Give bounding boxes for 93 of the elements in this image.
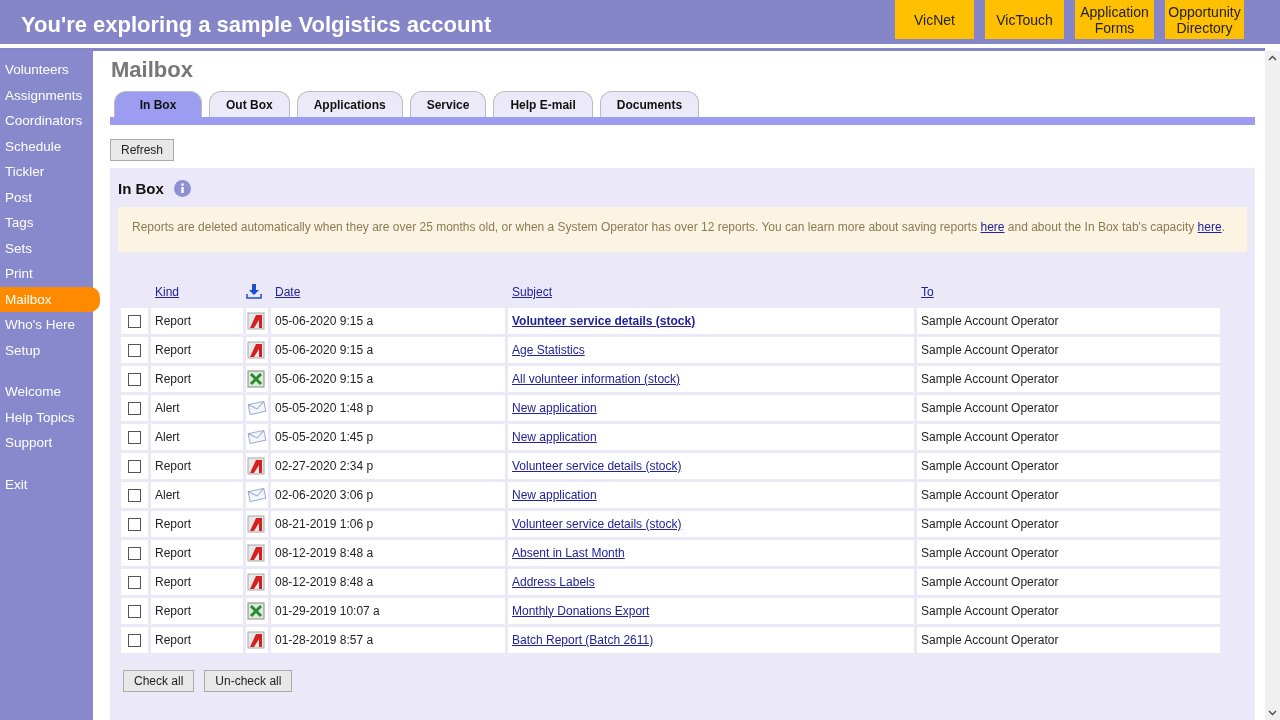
subject-link[interactable]: New application: [512, 400, 597, 415]
kind-text: Report: [155, 516, 192, 531]
tab[interactable]: Help E-mail: [493, 91, 593, 117]
pdf-file-icon: [247, 630, 265, 649]
kind-text: Alert: [155, 400, 180, 415]
row-checkbox[interactable]: [128, 575, 141, 589]
banner-title: You're exploring a sample Volgistics account: [21, 12, 492, 38]
kind-text: Report: [155, 342, 192, 357]
recipient-text: Sample Account Operator: [921, 400, 1059, 415]
kind-text: Alert: [155, 429, 180, 444]
scrollbar[interactable]: [1265, 51, 1280, 720]
row-checkbox[interactable]: [128, 343, 141, 357]
kind-text: Report: [155, 458, 192, 473]
pdf-file-icon: [247, 514, 265, 533]
recipient-text: Sample Account Operator: [921, 545, 1059, 560]
section-title: In Box: [118, 180, 164, 197]
pdf-file-icon: [247, 572, 265, 591]
row-checkbox[interactable]: [128, 633, 141, 647]
here-link[interactable]: here: [980, 220, 1005, 234]
row-checkbox[interactable]: [128, 546, 141, 560]
row-checkbox[interactable]: [128, 604, 141, 618]
info-icon[interactable]: [173, 180, 191, 197]
row-checkbox[interactable]: [128, 488, 141, 502]
subject-link[interactable]: New application: [512, 429, 597, 444]
subject-link[interactable]: Age Statistics: [512, 342, 585, 357]
pdf-file-icon: [247, 340, 265, 359]
scroll-down-icon[interactable]: [1268, 710, 1277, 716]
subject-link[interactable]: New application: [512, 487, 597, 502]
date-text: 01-28-2019 8:57 a: [275, 632, 374, 647]
date-text: 08-12-2019 8:48 a: [275, 545, 374, 560]
date-text: 08-12-2019 8:48 a: [275, 574, 374, 589]
row-checkbox[interactable]: [128, 372, 141, 386]
row-checkbox[interactable]: [128, 459, 141, 473]
spreadsheet-file-icon: [247, 369, 265, 388]
date-text: 05-06-2020 9:15 a: [275, 313, 374, 328]
recipient-text: Sample Account Operator: [921, 487, 1059, 502]
pdf-file-icon: [247, 311, 265, 330]
tab[interactable]: Out Box: [209, 91, 290, 117]
recipient-text: Sample Account Operator: [921, 574, 1059, 589]
recipient-text: Sample Account Operator: [921, 632, 1059, 647]
banner-link[interactable]: VicNet: [895, 0, 974, 39]
kind-text: Report: [155, 574, 192, 589]
date-text: 02-06-2020 3:06 p: [275, 487, 374, 502]
kind-text: Report: [155, 371, 192, 386]
kind-text: Report: [155, 545, 192, 560]
footer-button[interactable]: Un-check all: [204, 669, 293, 692]
subject-link[interactable]: Address Labels: [512, 574, 595, 589]
refresh-button[interactable]: Refresh: [110, 139, 175, 161]
page-title: Mailbox: [111, 57, 194, 83]
subject-link[interactable]: Monthly Donations Export: [512, 603, 650, 618]
banner-link[interactable]: Opportunity Directory: [1165, 0, 1244, 39]
notice-text: Reports are deleted automatically when they are over 25 months old, or when a System Operator has over 12 reports. You can learn more about saving reports here and about the In Box tab's capacity here.: [118, 207, 1247, 252]
row-checkbox[interactable]: [128, 314, 141, 328]
scroll-up-icon[interactable]: [1268, 55, 1277, 61]
subject-link[interactable]: Absent in Last Month: [512, 545, 625, 560]
recipient-text: Sample Account Operator: [921, 313, 1059, 328]
download-icon[interactable]: [246, 282, 262, 299]
recipient-text: Sample Account Operator: [921, 458, 1059, 473]
pdf-file-icon: [247, 456, 265, 475]
kind-text: Report: [155, 603, 192, 618]
kind-text: Report: [155, 313, 192, 328]
row-checkbox[interactable]: [128, 430, 141, 444]
recipient-text: Sample Account Operator: [921, 516, 1059, 531]
recipient-text: Sample Account Operator: [921, 429, 1059, 444]
recipient-text: Sample Account Operator: [921, 603, 1059, 618]
date-text: 05-06-2020 9:15 a: [275, 371, 374, 386]
column-header[interactable]: Date: [275, 285, 301, 299]
kind-text: Report: [155, 632, 192, 647]
date-text: 08-21-2019 1:06 p: [275, 516, 374, 531]
row-checkbox[interactable]: [128, 517, 141, 531]
date-text: 05-05-2020 1:45 p: [275, 429, 374, 444]
column-header[interactable]: To: [921, 285, 934, 299]
pdf-file-icon: [247, 543, 265, 562]
date-text: 01-29-2019 10:07 a: [275, 603, 380, 618]
recipient-text: Sample Account Operator: [921, 371, 1059, 386]
here-link[interactable]: here: [1197, 220, 1222, 234]
column-header[interactable]: Kind: [155, 285, 180, 299]
date-text: 05-05-2020 1:48 p: [275, 400, 374, 415]
banner-link[interactable]: Application Forms: [1075, 0, 1154, 39]
spreadsheet-file-icon: [247, 601, 265, 620]
recipient-text: Sample Account Operator: [921, 342, 1059, 357]
kind-text: Alert: [155, 487, 180, 502]
tab[interactable]: Service: [409, 91, 487, 117]
tab[interactable]: Applications: [296, 91, 403, 117]
row-checkbox[interactable]: [128, 401, 141, 415]
subject-link[interactable]: Batch Report (Batch 2611): [512, 632, 654, 647]
tab[interactable]: In Box: [114, 91, 202, 117]
column-header[interactable]: Subject: [512, 285, 553, 299]
date-text: 02-27-2020 2:34 p: [275, 458, 374, 473]
date-text: 05-06-2020 9:15 a: [275, 342, 374, 357]
tab[interactable]: Documents: [599, 91, 700, 117]
footer-button[interactable]: Check all: [123, 669, 195, 692]
banner-link[interactable]: VicTouch: [985, 0, 1064, 39]
